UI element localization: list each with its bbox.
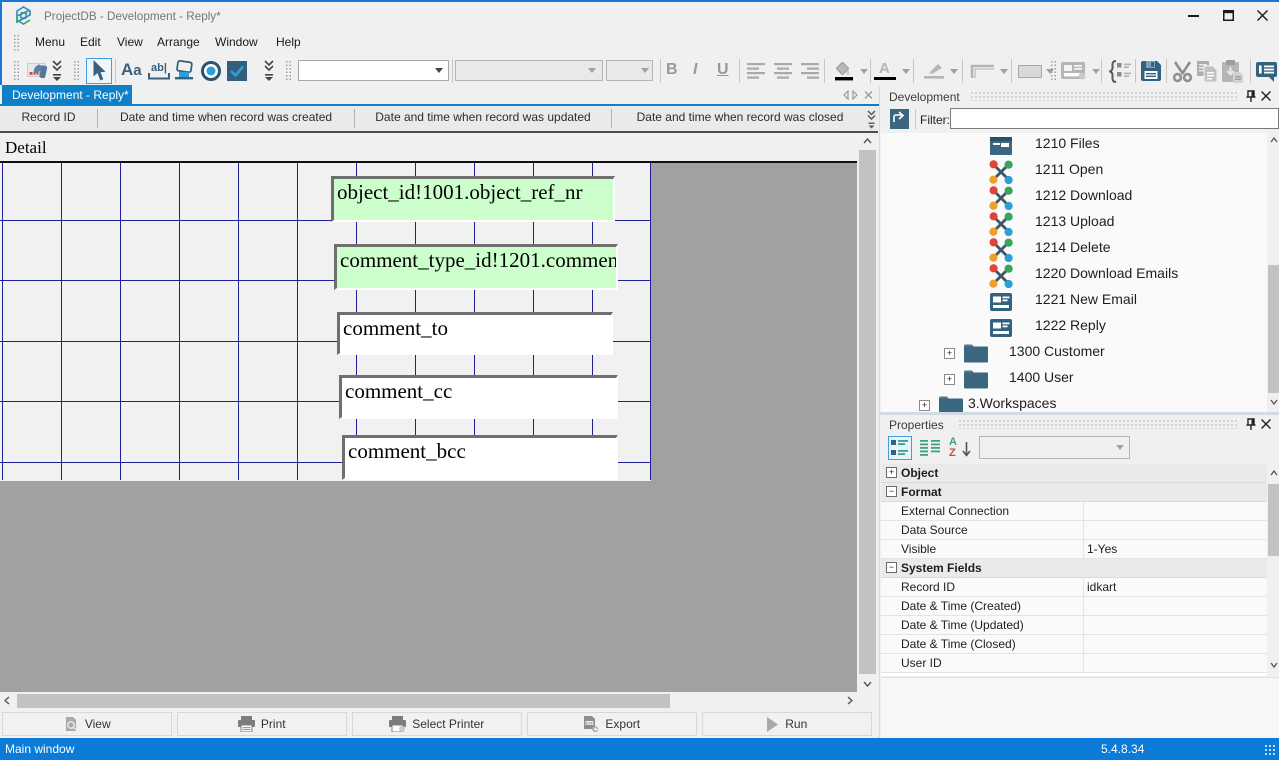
svg-text:EXP: EXP xyxy=(586,721,594,725)
